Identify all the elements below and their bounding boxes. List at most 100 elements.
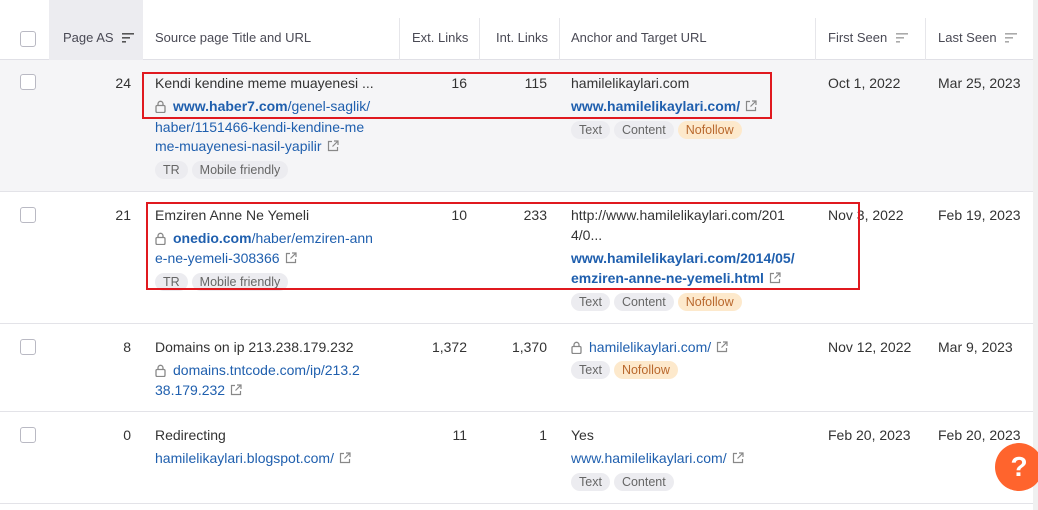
tag-nofollow: Nofollow <box>677 293 742 311</box>
last-seen-value: Mar 25, 2023 <box>938 75 1021 91</box>
page-as-value: 24 <box>115 75 131 91</box>
target-url[interactable]: www.hamilelikaylari.com/2014/05/ <box>571 250 795 266</box>
help-button[interactable]: ? <box>995 443 1038 491</box>
first-seen-value: Oct 1, 2022 <box>828 75 901 91</box>
row-checkbox[interactable] <box>20 207 36 223</box>
target-tags: Text Nofollow <box>571 361 682 379</box>
last-seen-value: Feb 20, 2023 <box>938 427 1021 443</box>
external-link-icon[interactable] <box>339 452 351 464</box>
sort-icon[interactable] <box>1005 33 1018 43</box>
source-title: Domains on ip 213.238.179.232 <box>155 339 354 355</box>
tag-text: Text <box>571 361 610 379</box>
lock-icon <box>571 341 582 354</box>
target-url[interactable]: www.hamilelikaylari.com/ <box>571 450 744 466</box>
source-url[interactable]: onedio.com/haber/emziren-ann <box>155 230 373 246</box>
table-row: 24 Kendi kendine meme muayenesi ... www.… <box>0 60 1033 192</box>
tag-language: TR <box>155 161 188 179</box>
sort-icon[interactable] <box>895 33 908 43</box>
last-seen-value: Feb 19, 2023 <box>938 207 1021 223</box>
table-row: 8 Domains on ip 213.238.179.232 domains.… <box>0 324 1033 412</box>
tag-nofollow: Nofollow <box>613 361 678 379</box>
page-as-value: 8 <box>123 339 131 355</box>
table-row: 0 Redirecting hamilelikaylari.blogspot.c… <box>0 412 1033 504</box>
row-checkbox[interactable] <box>20 74 36 90</box>
column-divider <box>399 18 400 60</box>
column-int-links[interactable]: Int. Links <box>496 0 548 60</box>
source-title: Kendi kendine meme muayenesi ... <box>155 75 374 91</box>
anchor-text: http://www.hamilelikaylari.com/201 <box>571 207 785 223</box>
lock-icon <box>155 364 166 377</box>
tag-content: Content <box>613 473 674 491</box>
tag-mobile-friendly: Mobile friendly <box>191 161 289 179</box>
target-tags: Text Content Nofollow <box>571 293 746 311</box>
int-links-value: 1,370 <box>511 339 547 355</box>
source-url-cont[interactable]: haber/1151466-kendi-kendine-me <box>155 119 364 135</box>
tag-content: Content <box>613 121 674 139</box>
external-link-icon[interactable] <box>327 140 339 152</box>
source-url[interactable]: www.haber7.com/genel-saglik/ <box>155 98 370 114</box>
column-page-as[interactable]: Page AS <box>63 0 135 60</box>
source-tags: TR Mobile friendly <box>155 161 292 179</box>
tag-mobile-friendly: Mobile friendly <box>191 273 289 291</box>
column-anchor-target[interactable]: Anchor and Target URL <box>571 0 707 60</box>
column-source-page[interactable]: Source page Title and URL <box>155 0 311 60</box>
ext-links-value: 10 <box>451 207 467 223</box>
row-checkbox[interactable] <box>20 427 36 443</box>
source-url[interactable]: domains.tntcode.com/ip/213.2 <box>155 362 360 378</box>
first-seen-value: Nov 3, 2022 <box>828 207 904 223</box>
lock-icon <box>155 100 166 113</box>
source-url-cont[interactable]: e-ne-yemeli-308366 <box>155 250 297 266</box>
first-seen-value: Nov 12, 2022 <box>828 339 912 355</box>
lock-icon <box>155 232 166 245</box>
ext-links-value: 16 <box>451 75 467 91</box>
page-as-value: 0 <box>123 427 131 443</box>
int-links-value: 1 <box>539 427 547 443</box>
source-title: Emziren Anne Ne Yemeli <box>155 207 310 223</box>
tag-text: Text <box>571 121 610 139</box>
page-as-value: 21 <box>115 207 131 223</box>
row-checkbox[interactable] <box>20 339 36 355</box>
int-links-value: 233 <box>523 207 547 223</box>
int-links-value: 115 <box>524 75 547 91</box>
external-link-icon[interactable] <box>716 341 728 353</box>
anchor-text-cont: 4/0... <box>571 227 603 243</box>
tag-content: Content <box>613 293 674 311</box>
tag-language: TR <box>155 273 188 291</box>
select-all-checkbox[interactable] <box>20 31 36 47</box>
external-link-icon[interactable] <box>285 252 297 264</box>
column-last-seen[interactable]: Last Seen <box>938 0 1018 60</box>
ext-links-value: 11 <box>452 427 467 443</box>
sort-icon[interactable] <box>122 33 135 43</box>
first-seen-value: Feb 20, 2023 <box>828 427 911 443</box>
scrollbar[interactable] <box>1033 0 1038 510</box>
anchor-text: Yes <box>571 427 594 443</box>
target-tags: Text Content Nofollow <box>571 121 746 139</box>
column-first-seen[interactable]: First Seen <box>828 0 908 60</box>
target-url[interactable]: www.hamilelikaylari.com/ <box>571 98 757 114</box>
external-link-icon[interactable] <box>230 384 242 396</box>
external-link-icon[interactable] <box>745 100 757 112</box>
last-seen-value: Mar 9, 2023 <box>938 339 1013 355</box>
tag-text: Text <box>571 293 610 311</box>
ext-links-value: 1,372 <box>431 339 467 355</box>
source-url[interactable]: hamilelikaylari.blogspot.com/ <box>155 450 351 466</box>
table-header: Page AS Source page Title and URL Ext. L… <box>0 0 1033 60</box>
source-url-cont[interactable]: me-muayenesi-nasil-yapilir <box>155 138 339 154</box>
target-url-cont[interactable]: emziren-anne-ne-yemeli.html <box>571 270 781 286</box>
target-url[interactable]: hamilelikaylari.com/ <box>571 339 728 355</box>
source-url-cont[interactable]: 38.179.232 <box>155 382 242 398</box>
table-row: 21 Emziren Anne Ne Yemeli onedio.com/hab… <box>0 192 1033 324</box>
column-ext-links[interactable]: Ext. Links <box>412 0 468 60</box>
source-title: Redirecting <box>155 427 226 443</box>
column-divider <box>925 18 926 60</box>
column-divider <box>815 18 816 60</box>
source-tags: TR Mobile friendly <box>155 273 292 291</box>
anchor-text: hamilelikaylari.com <box>571 75 690 91</box>
column-divider <box>479 18 480 60</box>
external-link-icon[interactable] <box>732 452 744 464</box>
tag-text: Text <box>571 473 610 491</box>
external-link-icon[interactable] <box>769 272 781 284</box>
tag-nofollow: Nofollow <box>677 121 742 139</box>
column-divider <box>559 18 560 60</box>
target-tags: Text Content <box>571 473 678 491</box>
